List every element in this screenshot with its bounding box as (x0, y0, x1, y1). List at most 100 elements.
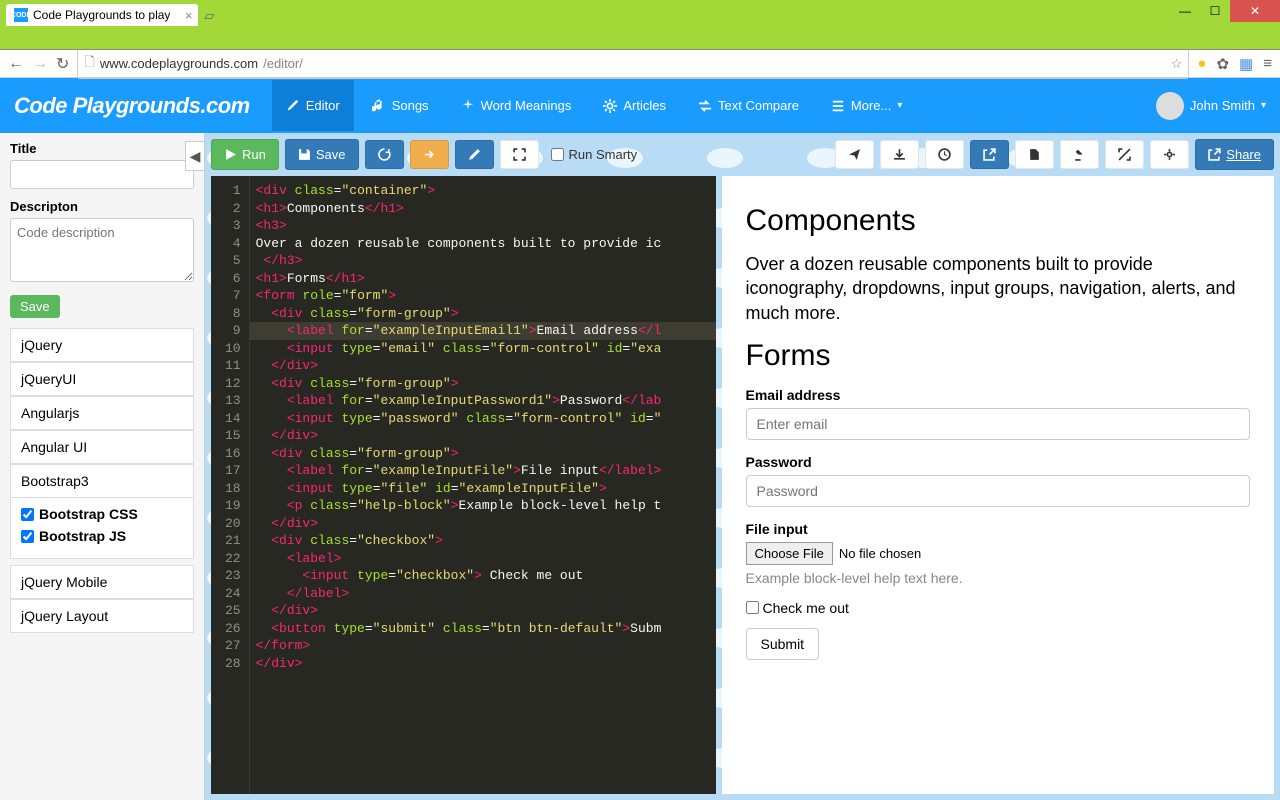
description-input[interactable] (10, 218, 194, 282)
gear-icon (603, 99, 617, 113)
settings-button[interactable] (1150, 140, 1189, 169)
file-label: File input (746, 521, 1251, 537)
expand-button[interactable] (1105, 140, 1144, 169)
gear-icon (1163, 148, 1176, 161)
menu-icon[interactable]: ≡ (1263, 55, 1272, 72)
brand-logo[interactable]: Code Playgrounds.com (14, 93, 250, 119)
help-block: Example block-level help text here. (746, 570, 1251, 586)
expand-icon (1118, 148, 1131, 161)
send-icon (848, 148, 861, 161)
choose-file-button[interactable]: Choose File (746, 542, 833, 565)
lib-item[interactable]: jQuery Mobile (10, 565, 194, 599)
pencil-icon (468, 148, 481, 161)
clock-button[interactable] (925, 140, 964, 169)
avatar (1156, 92, 1184, 120)
run-smarty-checkbox[interactable]: Run Smarty (551, 147, 638, 162)
lib-item[interactable]: Bootstrap3 (10, 464, 194, 498)
checkbox-row[interactable]: Check me out (746, 600, 1251, 616)
new-tab-icon[interactable]: ▱ (198, 6, 220, 26)
browser-chrome: CODE Code Playgrounds to play × ▱ — ☐ ✕ (0, 0, 1280, 50)
settings-icon[interactable]: ✿ (1216, 55, 1229, 73)
password-input[interactable] (746, 475, 1251, 507)
code-editor[interactable]: 1234567891011121314151617181920212223242… (211, 176, 716, 794)
external-icon (983, 148, 996, 161)
password-label: Password (746, 454, 1251, 470)
forward-icon[interactable]: → (32, 55, 48, 73)
email-label: Email address (746, 387, 1251, 403)
lib-item[interactable]: jQuery Layout (10, 599, 194, 633)
save-button[interactable]: Save (285, 139, 359, 170)
nav-text-compare[interactable]: Text Compare (684, 80, 813, 131)
editor-toolbar: Run Save Run Smarty Share (211, 139, 1274, 170)
nav-label: Editor (306, 98, 340, 113)
lib-item[interactable]: Angular UI (10, 430, 194, 464)
edit-button[interactable] (455, 140, 494, 169)
external-button[interactable] (970, 140, 1009, 169)
lib-checkbox[interactable]: Bootstrap JS (21, 528, 183, 544)
lib-checkbox[interactable]: Bootstrap CSS (21, 506, 183, 522)
fullscreen-button[interactable] (500, 140, 539, 169)
star-icon[interactable]: ☆ (1171, 56, 1183, 72)
tab-close-icon[interactable]: × (185, 8, 193, 23)
title-input[interactable] (10, 160, 194, 189)
bulb-icon[interactable]: ● (1197, 55, 1206, 72)
lib-sub: Bootstrap CSS Bootstrap JS (10, 498, 194, 559)
nav-label: Text Compare (718, 98, 799, 113)
lib-item[interactable]: jQuery (10, 328, 194, 362)
btn-label: Save (316, 147, 346, 162)
reload-icon[interactable]: ↻ (56, 54, 69, 74)
btn-label: Run (242, 147, 266, 162)
music-icon (372, 99, 386, 113)
download-icon (893, 148, 906, 161)
calendar-icon[interactable]: ▦ (1239, 55, 1253, 73)
lib-item[interactable]: jQueryUI (10, 362, 194, 396)
check-me-out-checkbox[interactable] (746, 601, 759, 614)
send-button[interactable] (835, 140, 874, 169)
label: Run Smarty (569, 147, 638, 162)
btn-label: Share (1226, 147, 1261, 162)
nav-word-meanings[interactable]: Word Meanings (447, 80, 586, 131)
refresh-button[interactable] (365, 140, 404, 169)
sidebar: ◀ Title Descripton Save jQueryjQueryUIAn… (0, 133, 205, 800)
share-button[interactable]: Share (1195, 139, 1274, 170)
preview-heading: Components (746, 204, 1251, 238)
browser-tab[interactable]: CODE Code Playgrounds to play × (6, 4, 198, 26)
play-icon (224, 148, 237, 161)
clock-icon (938, 148, 951, 161)
fullscreen-icon (513, 148, 526, 161)
nav-songs[interactable]: Songs (358, 80, 443, 131)
no-file-text: No file chosen (839, 546, 921, 561)
url-path: /editor/ (263, 56, 303, 71)
code-area[interactable]: <div class="container"><h1>Components</h… (250, 176, 716, 794)
save-sidebar-button[interactable]: Save (10, 295, 60, 318)
app-header: Code Playgrounds.com Editor Songs Word M… (0, 78, 1280, 133)
nav-articles[interactable]: Articles (589, 80, 680, 131)
email-input[interactable] (746, 408, 1251, 440)
user-menu[interactable]: John Smith ▾ (1156, 92, 1266, 120)
submit-button[interactable]: Submit (746, 628, 820, 660)
forward-button[interactable] (410, 140, 449, 169)
run-button[interactable]: Run (211, 139, 279, 170)
page-icon: 🗋 (84, 53, 94, 75)
collapse-sidebar-button[interactable]: ◀ (185, 141, 205, 171)
back-icon[interactable]: ← (8, 55, 24, 73)
download-button[interactable] (880, 140, 919, 169)
lib-item[interactable]: Angularjs (10, 396, 194, 430)
tab-title: Code Playgrounds to play (33, 8, 170, 22)
file-icon (1028, 148, 1041, 161)
file-button[interactable] (1015, 140, 1054, 169)
url-bar[interactable]: 🗋 www.codeplaygrounds.com/editor/ ☆ (77, 49, 1189, 79)
nav-more[interactable]: More... ▾ (817, 80, 917, 131)
user-name: John Smith (1190, 98, 1255, 113)
nav-label: Songs (392, 98, 429, 113)
maximize-button[interactable]: ☐ (1200, 0, 1230, 22)
nav-editor[interactable]: Editor (272, 80, 354, 131)
law-button[interactable] (1060, 140, 1099, 169)
minimize-button[interactable]: — (1170, 0, 1200, 22)
refresh-icon (378, 148, 391, 161)
preview-pane: Components Over a dozen reusable compone… (722, 176, 1275, 794)
caret-icon: ▾ (897, 100, 902, 111)
close-window-button[interactable]: ✕ (1230, 0, 1280, 22)
description-label: Descripton (10, 199, 194, 214)
save-icon (298, 148, 311, 161)
